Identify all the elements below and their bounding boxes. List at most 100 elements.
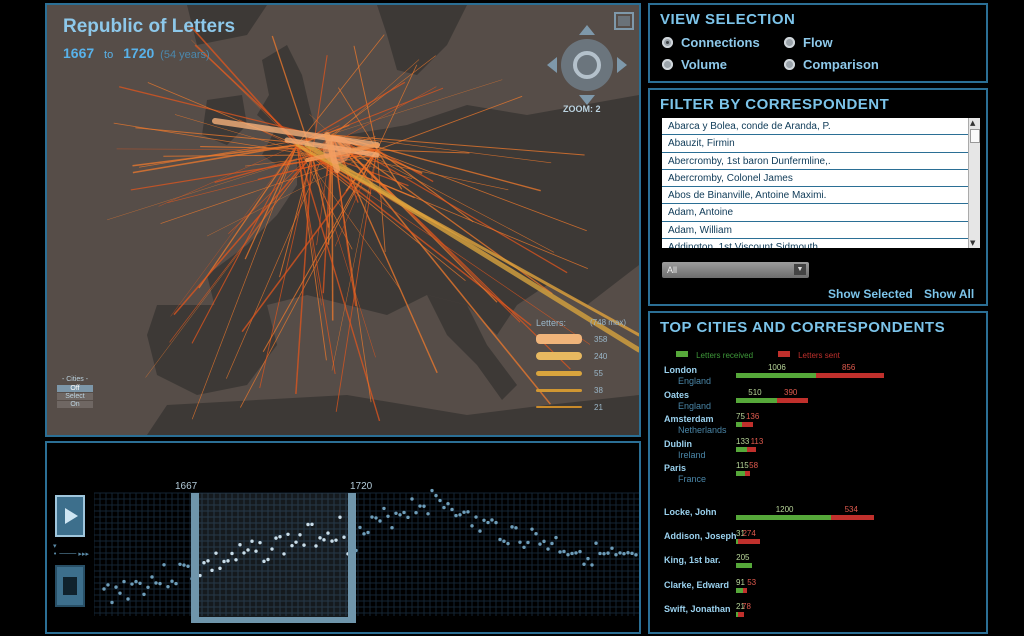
- list-item[interactable]: Adam, William: [662, 222, 968, 240]
- range-end-label: 1720: [350, 481, 373, 492]
- show-selected-link[interactable]: Show Selected: [828, 287, 913, 301]
- timeline-point: [390, 526, 394, 530]
- speed-control[interactable]: ▾ • ──── ▸▸▸: [53, 542, 89, 558]
- start-year: 1667: [63, 45, 95, 61]
- map-panel[interactable]: Republic of Letters 1667 to 1720 (54 yea…: [45, 3, 641, 437]
- timeline-point: [530, 527, 534, 531]
- timeline-point: [558, 550, 562, 554]
- city-country: Netherlands: [678, 425, 727, 435]
- timeline-point: [462, 510, 466, 514]
- radio-volume[interactable]: Volume: [662, 57, 727, 72]
- timeline-point: [162, 563, 166, 567]
- legend-title: Letters:: [536, 318, 567, 328]
- city-name[interactable]: Paris: [664, 463, 686, 473]
- radio-flow[interactable]: Flow: [784, 35, 833, 50]
- filter-panel: FILTER BY CORRESPONDENT Abarca y Bolea, …: [648, 88, 988, 306]
- timeline-panel[interactable]: ▾ • ──── ▸▸▸ 1667 1720: [45, 441, 641, 634]
- city-name[interactable]: Amsterdam: [664, 414, 714, 424]
- sent-value: 534: [844, 505, 858, 514]
- pan-control[interactable]: [547, 25, 627, 105]
- timeline-chart[interactable]: [94, 481, 639, 631]
- radio-connections[interactable]: Connections: [662, 35, 760, 50]
- cities-select-option[interactable]: Select: [57, 393, 93, 400]
- list-item[interactable]: Abarca y Bolea, conde de Aranda, P.: [662, 118, 968, 136]
- timeline-point: [450, 507, 454, 512]
- radio-dot-icon: [784, 37, 795, 48]
- timeline-point: [514, 526, 518, 530]
- timeline-point: [434, 493, 438, 498]
- view-selection-panel: VIEW SELECTION Connections Flow Volume C…: [648, 3, 988, 83]
- chevron-down-icon: ▼: [794, 264, 806, 275]
- city-name[interactable]: London: [664, 365, 697, 375]
- timeline-point: [178, 562, 182, 566]
- sent-bar: [745, 471, 750, 476]
- show-all-link[interactable]: Show All: [924, 287, 974, 301]
- play-icon: [65, 508, 78, 524]
- city-name[interactable]: Oates: [664, 390, 689, 400]
- timeline-point: [150, 575, 154, 579]
- timeline-point: [534, 532, 538, 536]
- sent-bar: [746, 446, 756, 452]
- legend-line: [536, 334, 582, 344]
- correspondent-name[interactable]: Clarke, Edward: [664, 580, 729, 590]
- sent-value: 78: [742, 601, 751, 611]
- correspondent-list[interactable]: Abarca y Bolea, conde de Aranda, P. Abauz…: [662, 118, 968, 248]
- duration: (54 years): [160, 49, 210, 61]
- list-item[interactable]: Abercromby, Colonel James: [662, 170, 968, 188]
- sent-bar: [815, 373, 884, 378]
- received-value: 133: [736, 436, 750, 446]
- correspondent-name[interactable]: King, 1st bar.: [664, 555, 721, 565]
- list-item[interactable]: Abauzit, Firmin: [662, 135, 968, 153]
- correspondent-name[interactable]: Swift, Jonathan: [664, 604, 731, 614]
- timeline-point: [542, 539, 546, 544]
- timeline-point: [634, 553, 638, 557]
- london-hub[interactable]: [323, 136, 351, 164]
- play-button[interactable]: [55, 495, 85, 537]
- timeline-point: [622, 552, 626, 556]
- timeline-point: [398, 513, 402, 517]
- sent-bar: [738, 539, 761, 545]
- timeline-point: [562, 549, 566, 554]
- received-value: 115: [736, 461, 749, 470]
- list-item[interactable]: Addington, 1st Viscount Sidmouth: [662, 239, 968, 248]
- timeline-point: [426, 512, 430, 516]
- list-item[interactable]: Abos de Binanville, Antoine Maximi.: [662, 187, 968, 205]
- legend-value: 55: [594, 369, 603, 378]
- scroll-down-icon[interactable]: ▼: [970, 239, 975, 247]
- timeline-point: [486, 520, 490, 525]
- city-name[interactable]: Dublin: [664, 439, 692, 449]
- sent-value: 113: [750, 436, 764, 446]
- correspondent-name[interactable]: Addison, Joseph: [664, 531, 737, 541]
- cities-off-option[interactable]: Off: [57, 385, 93, 392]
- timeline-point: [166, 584, 170, 589]
- timeline-point: [406, 515, 410, 520]
- scroll-up-icon[interactable]: ▲: [970, 119, 975, 127]
- timeline-point: [126, 597, 130, 601]
- scroll-thumb[interactable]: [970, 129, 980, 143]
- legend-line: [536, 406, 582, 408]
- legend-sent: Letters sent: [778, 343, 840, 362]
- cities-toggle[interactable]: - Cities - Off Select On: [57, 376, 93, 408]
- received-bar: [736, 446, 747, 452]
- timeline-point: [122, 579, 126, 584]
- stop-button[interactable]: [55, 565, 85, 607]
- timeline-point: [106, 583, 110, 587]
- radio-comparison[interactable]: Comparison: [784, 57, 879, 72]
- timeline-point: [506, 541, 510, 546]
- sent-value: 856: [841, 363, 856, 372]
- list-item[interactable]: Adam, Antoine: [662, 204, 968, 222]
- cities-on-option[interactable]: On: [57, 401, 93, 408]
- correspondent-dropdown[interactable]: All ▼: [662, 262, 809, 278]
- timeline-point: [394, 511, 398, 515]
- timeline-point: [134, 579, 138, 584]
- timeline-point: [358, 525, 362, 530]
- list-item[interactable]: Abercromby, 1st baron Dunfermline,.: [662, 153, 968, 170]
- timeline-point: [502, 539, 506, 543]
- list-scrollbar[interactable]: ▲ ▼: [968, 118, 980, 248]
- city-country: France: [678, 474, 707, 484]
- correspondent-name[interactable]: Locke, John: [664, 507, 717, 517]
- timeline-point: [510, 525, 514, 529]
- received-bar: [736, 471, 746, 476]
- received-bar: [736, 563, 753, 569]
- timeline-point: [590, 563, 594, 567]
